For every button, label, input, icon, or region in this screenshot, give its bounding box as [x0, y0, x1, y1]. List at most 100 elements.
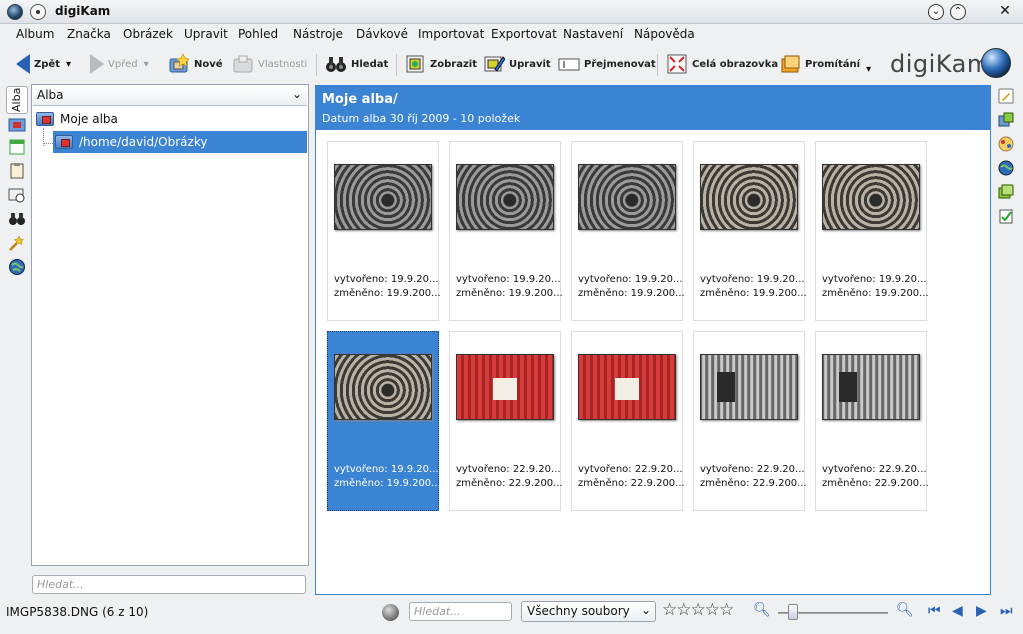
properties-button[interactable]: Vlastnosti — [232, 50, 307, 78]
thumbnail-image — [456, 164, 554, 230]
menu-tools[interactable]: Nástroje — [293, 27, 343, 41]
app-icon[interactable] — [7, 4, 23, 20]
back-arrow-icon — [16, 54, 30, 74]
thumbnail-image — [700, 354, 798, 420]
back-button[interactable]: Zpět ▾ — [14, 50, 71, 78]
search-button[interactable]: Hledat — [325, 50, 388, 78]
thumbnail-item[interactable]: vytvořeno: 19.9.20... změněno: 19.9.200.… — [449, 141, 563, 321]
albums-tab-icon[interactable] — [8, 116, 26, 134]
thumbnail-item[interactable]: vytvořeno: 19.9.20... změněno: 19.9.200.… — [571, 141, 685, 321]
thumbnail-item[interactable]: vytvořeno: 19.9.20... změněno: 19.9.200.… — [327, 141, 441, 321]
thumbnail-image — [334, 164, 432, 230]
fullscreen-button[interactable]: Celá obrazovka — [666, 50, 778, 78]
menu-bar: Album Značka Obrázek Upravit Pohled Nást… — [0, 24, 1023, 46]
new-album-icon — [169, 53, 190, 73]
view-button[interactable]: Zobrazit — [404, 50, 477, 78]
album-view-combo-label: Alba — [37, 88, 64, 102]
map-search-tab-icon[interactable] — [8, 258, 26, 276]
maximize-button[interactable]: ⌃ — [950, 4, 966, 20]
properties-tab-icon[interactable] — [998, 112, 1014, 128]
rename-button[interactable]: Přejmenovat — [558, 50, 656, 78]
versions-tab-icon[interactable] — [998, 184, 1014, 200]
forward-label: Vpřed — [108, 58, 138, 70]
timeline-tab-icon[interactable] — [8, 186, 26, 204]
captions-tab-icon[interactable] — [998, 208, 1014, 224]
search-tab-icon[interactable] — [8, 210, 26, 228]
slideshow-button[interactable]: Promítání ▾ — [779, 50, 871, 78]
tree-item-root[interactable]: Moje alba — [35, 108, 307, 130]
back-dropdown-icon[interactable]: ▾ — [66, 59, 71, 70]
next-image-icon[interactable]: ▶ — [976, 603, 987, 619]
menu-batch[interactable]: Dávkové — [356, 27, 408, 41]
menu-import[interactable]: Importovat — [418, 27, 484, 41]
forward-dropdown-icon[interactable]: ▾ — [144, 59, 149, 70]
menu-export[interactable]: Exportovat — [491, 27, 557, 41]
thumbnail-item[interactable]: vytvořeno: 19.9.20... změněno: 19.9.200.… — [815, 141, 929, 321]
album-search-input[interactable]: Hledat... — [32, 575, 306, 594]
chevron-down-icon: ⌄ — [640, 603, 651, 617]
view-label: Zobrazit — [430, 58, 477, 70]
menu-tag[interactable]: Značka — [67, 27, 111, 41]
fuzzy-search-tab-icon[interactable] — [8, 234, 26, 252]
close-button[interactable]: ✕ — [997, 4, 1013, 20]
thumbnail-modified: změněno: 22.9.200... — [456, 478, 563, 489]
status-text: IMGP5838.DNG (6 z 10) — [6, 605, 149, 619]
menu-image[interactable]: Obrázek — [123, 27, 173, 41]
menu-help[interactable]: Nápověda — [634, 27, 695, 41]
minimize-button[interactable]: ⌄ — [928, 4, 944, 20]
album-folder-icon — [55, 135, 73, 149]
properties-label: Vlastnosti — [258, 58, 308, 70]
new-album-button[interactable]: Nové — [168, 50, 223, 78]
menu-settings[interactable]: Nastavení — [563, 27, 623, 41]
thumbnail-item[interactable]: vytvořeno: 22.9.20... změněno: 22.9.200.… — [571, 331, 685, 511]
previous-image-icon[interactable]: ◀ — [952, 603, 963, 619]
thumbnail-created: vytvořeno: 19.9.20... — [822, 274, 927, 285]
rating-filter-stars[interactable]: ☆☆☆☆☆ — [662, 600, 734, 620]
mime-filter-select[interactable]: Všechny soubory ⌄ — [521, 601, 656, 622]
tree-item-pictures-label: /home/david/Obrázky — [79, 135, 208, 149]
thumbnail-created: vytvořeno: 22.9.20... — [700, 464, 805, 475]
album-tree-panel: Alba ⌄ Moje alba /home/david/Obrázky — [31, 84, 309, 566]
thumbnail-item[interactable]: vytvořeno: 22.9.20... změněno: 22.9.200.… — [449, 331, 563, 511]
album-view-combo[interactable]: Alba ⌄ — [33, 86, 307, 106]
geolocation-tab-icon[interactable] — [998, 160, 1014, 176]
menu-edit[interactable]: Upravit — [184, 27, 228, 41]
metadata-tab-icon[interactable] — [998, 136, 1014, 152]
tree-item-pictures[interactable]: /home/david/Obrázky — [53, 131, 307, 153]
calendar-tab-icon[interactable] — [8, 138, 26, 156]
pencil-icon[interactable] — [998, 88, 1014, 104]
thumbnail-created: vytvořeno: 22.9.20... — [578, 464, 683, 475]
search-label: Hledat — [351, 58, 389, 70]
pin-icon[interactable] — [30, 4, 46, 20]
thumbnail-item[interactable]: vytvořeno: 19.9.20... změněno: 19.9.200.… — [693, 141, 807, 321]
thumbnail-created: vytvořeno: 19.9.20... — [456, 274, 561, 285]
filter-search-input[interactable]: Hledat... — [409, 602, 512, 621]
thumbnail-modified: změněno: 19.9.200... — [456, 288, 563, 299]
thumbnail-item[interactable]: vytvořeno: 22.9.20... změněno: 22.9.200.… — [815, 331, 929, 511]
slideshow-label: Promítání — [805, 58, 861, 70]
tree-connector — [43, 143, 53, 144]
thumbnail-created: vytvořeno: 19.9.20... — [578, 274, 683, 285]
left-sidebar-tabs: Alba — [4, 84, 28, 594]
edit-button[interactable]: Upravit — [483, 50, 551, 78]
album-banner: Moje alba/ Datum alba 30 říj 2009 - 10 p… — [316, 86, 990, 130]
fullscreen-label: Celá obrazovka — [692, 58, 779, 70]
thumbnail-item-selected[interactable]: vytvořeno: 19.9.20... změněno: 19.9.200.… — [327, 331, 441, 511]
thumbnail-modified: změněno: 22.9.200... — [578, 478, 685, 489]
thumbnail-modified: změněno: 22.9.200... — [822, 478, 929, 489]
zoom-slider-handle[interactable] — [788, 604, 798, 620]
new-album-label: Nové — [194, 58, 223, 70]
chevron-down-icon: ⌄ — [291, 87, 302, 101]
zoom-out-icon[interactable]: 🔍︎ — [753, 602, 771, 618]
zoom-in-icon[interactable]: 🔍︎ — [896, 602, 914, 618]
menu-album[interactable]: Album — [16, 27, 54, 41]
slideshow-dropdown-icon[interactable]: ▾ — [866, 64, 871, 75]
last-image-icon[interactable]: ⏭ — [1000, 603, 1013, 619]
album-title: Moje alba/ — [322, 92, 398, 107]
albums-tab[interactable]: Alba — [6, 86, 28, 114]
first-image-icon[interactable]: ⏮ — [928, 603, 941, 619]
menu-view[interactable]: Pohled — [238, 27, 278, 41]
tags-tab-icon[interactable] — [8, 162, 26, 180]
forward-button[interactable]: Vpřed ▾ — [90, 50, 149, 78]
thumbnail-item[interactable]: vytvořeno: 22.9.20... změněno: 22.9.200.… — [693, 331, 807, 511]
